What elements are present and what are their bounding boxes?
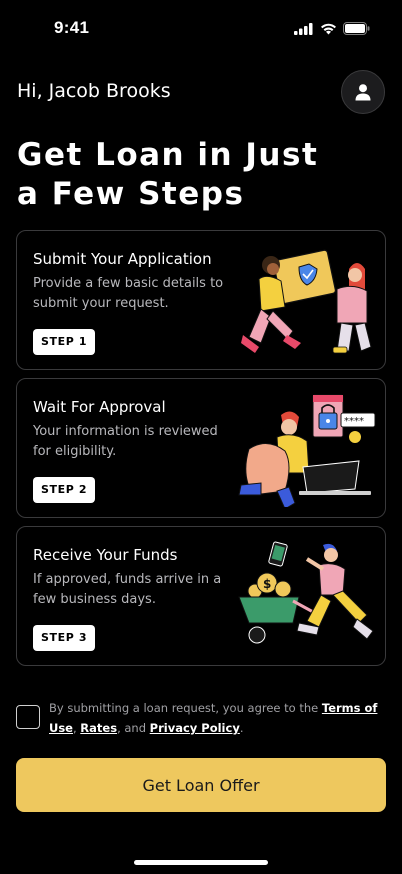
status-bar: 9:41 (0, 0, 402, 54)
svg-text:$: $ (263, 577, 271, 591)
step-title: Receive Your Funds (33, 546, 178, 564)
step-description: If approved, funds arrive in a few busin… (33, 572, 222, 607)
greeting-prefix: Hi, (17, 80, 43, 102)
greeting: Hi, Jacob Brooks (17, 80, 177, 102)
consent-prefix: By submitting a loan request, you agree … (49, 701, 322, 715)
step-description: Provide a few basic details to submit yo… (33, 276, 224, 311)
wifi-icon (321, 23, 336, 34)
step-card-2: Wait For Approval Your information is re… (16, 378, 386, 518)
status-time: 9:41 (54, 18, 90, 37)
step-title: Wait For Approval (33, 398, 166, 416)
consent-suffix: . (239, 721, 244, 735)
battery-icon (343, 22, 370, 35)
person-laptop-lock-illustration: **** (238, 394, 376, 507)
page-title: Get Loan in Just a Few Steps (17, 136, 387, 214)
step-badge: STEP 2 (33, 477, 96, 503)
step-badge: STEP 3 (33, 625, 96, 651)
cellular-signal-icon (294, 22, 313, 35)
get-loan-offer-button[interactable]: Get Loan Offer (16, 758, 386, 812)
profile-button[interactable] (341, 70, 385, 114)
page-title-line1: Get Loan in Just (17, 137, 319, 173)
rates-link[interactable]: Rates (80, 721, 117, 735)
home-indicator (134, 860, 268, 865)
wheelbarrow-coins-illustration: $ (238, 541, 374, 644)
status-icons (294, 22, 370, 35)
consent-separator: , and (117, 721, 150, 735)
step-badge: STEP 1 (33, 329, 96, 355)
step-title: Submit Your Application (33, 250, 212, 268)
step-description: Your information is reviewed for eligibi… (33, 424, 218, 459)
user-name: Jacob Brooks (48, 80, 171, 102)
svg-text:****: **** (344, 416, 364, 427)
page-title-line2: a Few Steps (17, 176, 245, 212)
people-folder-shield-illustration (241, 249, 372, 354)
consent-text: By submitting a loan request, you agree … (49, 698, 384, 738)
user-icon (355, 84, 371, 101)
step-card-3: Receive Your Funds If approved, funds ar… (16, 526, 386, 666)
step-card-1: Submit Your Application Provide a few ba… (16, 230, 386, 370)
consent-checkbox[interactable] (16, 705, 40, 729)
privacy-policy-link[interactable]: Privacy Policy (150, 721, 240, 735)
